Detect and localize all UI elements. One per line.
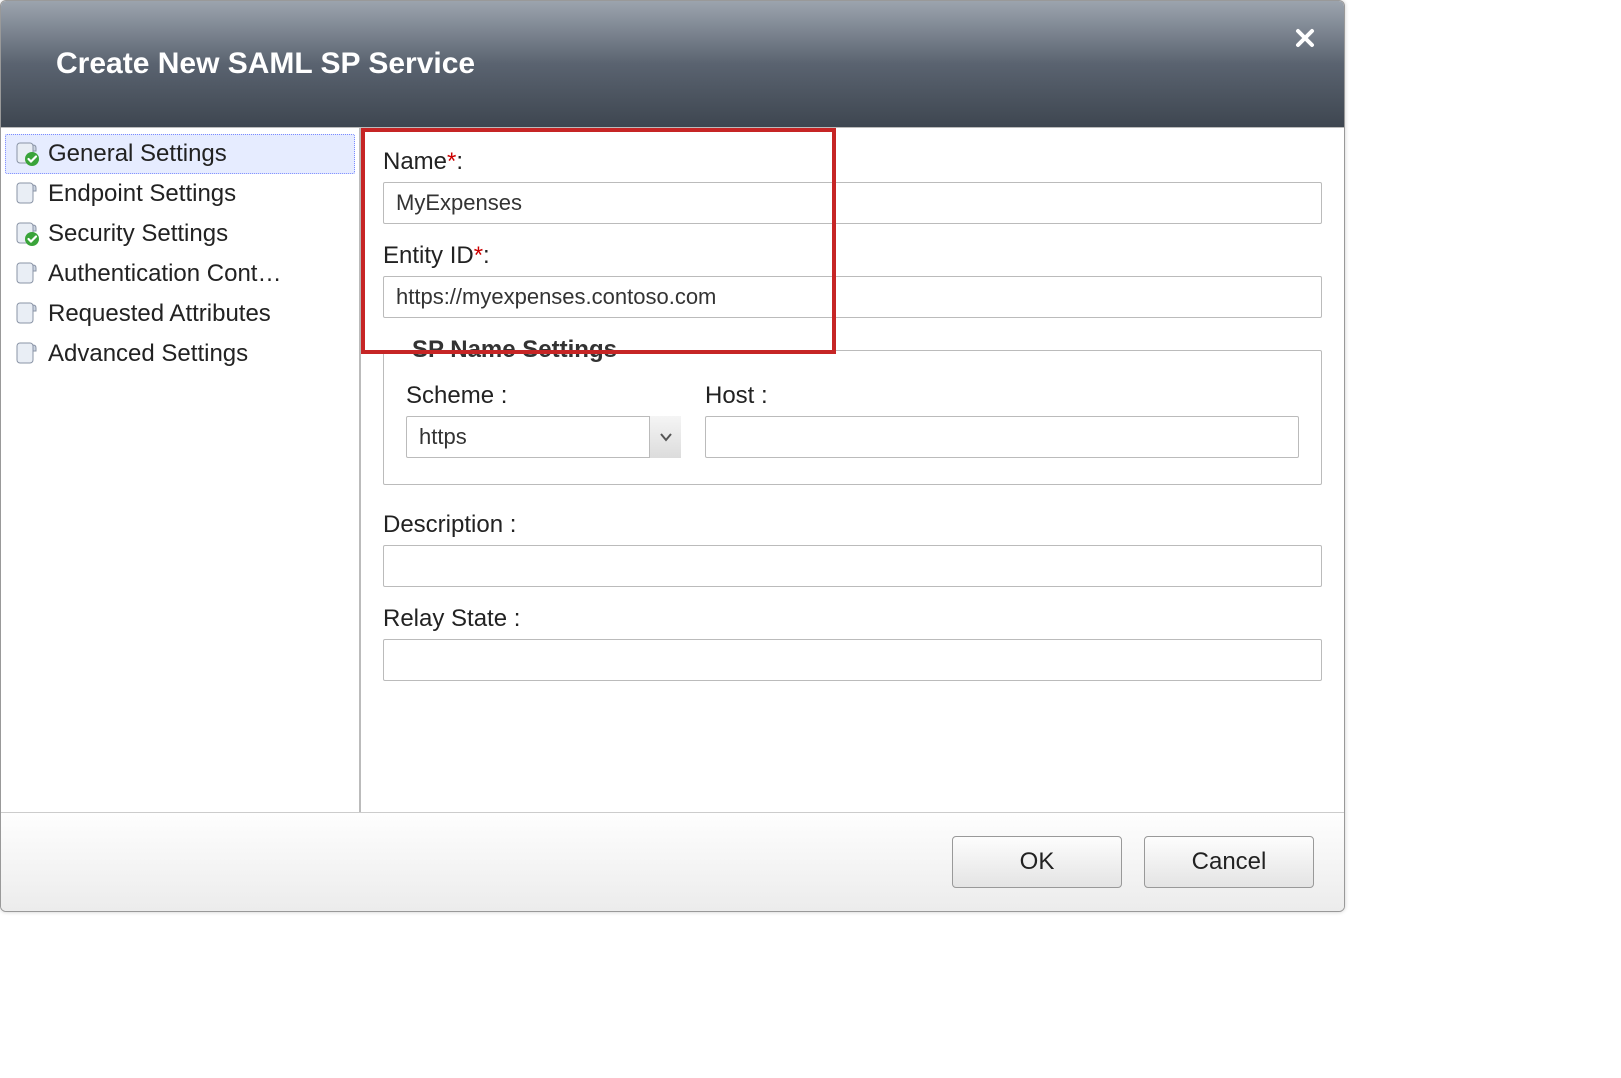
chevron-down-icon: [659, 430, 673, 444]
relay-state-field-block: Relay State :: [383, 605, 1322, 681]
entity-id-input[interactable]: [383, 276, 1322, 318]
sidebar: General Settings Endpoint Settings: [1, 128, 361, 812]
scheme-dropdown-button[interactable]: [649, 416, 681, 458]
dialog-title: Create New SAML SP Service: [56, 47, 475, 81]
scheme-select-value[interactable]: [406, 416, 681, 458]
sidebar-item-general-settings[interactable]: General Settings: [5, 134, 355, 174]
scroll-icon: [14, 301, 40, 327]
scroll-check-icon: [14, 141, 40, 167]
scroll-icon: [14, 181, 40, 207]
scroll-icon: [14, 261, 40, 287]
sidebar-item-endpoint-settings[interactable]: Endpoint Settings: [5, 174, 355, 214]
cancel-button[interactable]: Cancel: [1144, 836, 1314, 888]
dialog-titlebar: Create New SAML SP Service: [1, 1, 1344, 127]
scheme-label: Scheme :: [406, 382, 681, 410]
required-marker: *: [474, 242, 483, 269]
sidebar-item-label: Security Settings: [48, 220, 228, 248]
sidebar-item-label: Endpoint Settings: [48, 180, 236, 208]
relay-state-label: Relay State :: [383, 605, 1322, 633]
scroll-check-icon: [14, 221, 40, 247]
dialog-body: General Settings Endpoint Settings: [1, 127, 1344, 812]
name-input[interactable]: [383, 182, 1322, 224]
entity-id-label: Entity ID*:: [383, 242, 1322, 270]
host-label: Host :: [705, 382, 1299, 410]
sidebar-item-label: Requested Attributes: [48, 300, 271, 328]
sidebar-item-label: General Settings: [48, 140, 227, 168]
name-label: Name*:: [383, 148, 1322, 176]
required-marker: *: [447, 148, 456, 175]
relay-state-input[interactable]: [383, 639, 1322, 681]
scheme-select[interactable]: [406, 416, 681, 458]
description-input[interactable]: [383, 545, 1322, 587]
sidebar-item-security-settings[interactable]: Security Settings: [5, 214, 355, 254]
dialog-window: Create New SAML SP Service General Sett: [0, 0, 1345, 912]
ok-button[interactable]: OK: [952, 836, 1122, 888]
close-button[interactable]: [1290, 23, 1320, 53]
sidebar-item-advanced-settings[interactable]: Advanced Settings: [5, 334, 355, 374]
close-icon: [1294, 27, 1316, 49]
sp-name-settings-legend: SP Name Settings: [406, 336, 623, 364]
description-label: Description :: [383, 511, 1322, 539]
sidebar-item-requested-attributes[interactable]: Requested Attributes: [5, 294, 355, 334]
description-field-block: Description :: [383, 511, 1322, 587]
sidebar-item-label: Advanced Settings: [48, 340, 248, 368]
content-panel: Name*: Entity ID*: SP Name Settings Sche…: [361, 128, 1344, 812]
dialog-footer: OK Cancel: [1, 812, 1344, 911]
host-input[interactable]: [705, 416, 1299, 458]
entity-id-field-block: Entity ID*:: [383, 242, 1322, 318]
name-field-block: Name*:: [383, 148, 1322, 224]
sp-name-settings-group: SP Name Settings Scheme :: [383, 336, 1322, 485]
scroll-icon: [14, 341, 40, 367]
sidebar-item-label: Authentication Cont…: [48, 260, 281, 288]
sidebar-item-authentication-context[interactable]: Authentication Cont…: [5, 254, 355, 294]
